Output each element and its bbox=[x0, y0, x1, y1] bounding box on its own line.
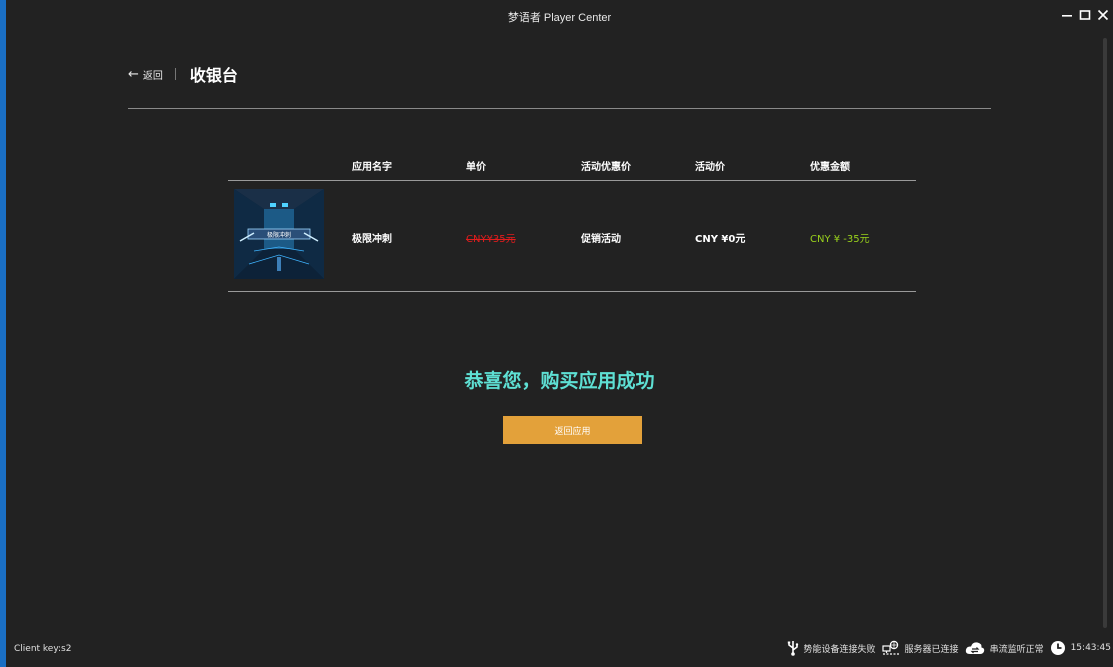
column-header-unit-price: 单价 bbox=[466, 162, 486, 173]
cell-discount-amount: CNY ¥ -35元 bbox=[810, 234, 870, 245]
clock-icon bbox=[1050, 640, 1066, 656]
device-status-label: 势能设备连接失败 bbox=[803, 644, 876, 655]
maximize-icon bbox=[1079, 10, 1091, 20]
clock-time: 15:43:45 bbox=[1070, 643, 1111, 653]
close-button[interactable] bbox=[1097, 9, 1109, 21]
column-header-app-name: 应用名字 bbox=[352, 162, 392, 173]
cell-unit-price: CNY¥35元 bbox=[466, 234, 516, 245]
status-bar: Client key:s2 势能设备连接失败 服务器已连接 串流监听正常 15:… bbox=[6, 638, 1113, 662]
return-to-app-button[interactable]: 返回应用 bbox=[503, 416, 642, 444]
cell-promo-price: CNY ¥0元 bbox=[695, 234, 746, 245]
page-header: ← 返回 收银台 bbox=[128, 62, 238, 86]
window-controls bbox=[1061, 9, 1109, 21]
column-header-discount: 优惠金额 bbox=[810, 162, 850, 173]
page-title: 收银台 bbox=[189, 66, 238, 85]
minimize-icon bbox=[1062, 15, 1072, 17]
stream-status-label: 串流监听正常 bbox=[989, 644, 1044, 655]
client-key: Client key:s2 bbox=[14, 644, 72, 654]
usb-icon bbox=[787, 640, 799, 656]
back-button[interactable]: ← 返回 bbox=[128, 67, 163, 82]
status-indicators: 势能设备连接失败 服务器已连接 串流监听正常 15:43:45 bbox=[787, 640, 1111, 656]
close-icon bbox=[1097, 9, 1109, 21]
maximize-button[interactable] bbox=[1079, 9, 1091, 21]
clock: 15:43:45 bbox=[1050, 640, 1111, 656]
window-title: 梦语者 Player Center bbox=[507, 12, 612, 24]
app-window: 梦语者 Player Center ← 返回 收银台 应用名字 单价 活动优惠价… bbox=[0, 0, 1113, 667]
cell-app-name: 极限冲刺 bbox=[352, 234, 392, 245]
minimize-button[interactable] bbox=[1061, 9, 1073, 21]
column-header-promo-price: 活动价 bbox=[695, 162, 725, 173]
header-divider bbox=[174, 68, 176, 80]
table-header: 应用名字 单价 活动优惠价 活动价 优惠金额 bbox=[228, 150, 916, 181]
cloud-sync-icon bbox=[965, 641, 985, 655]
scrollbar[interactable] bbox=[1103, 38, 1107, 628]
device-status: 势能设备连接失败 bbox=[787, 640, 876, 656]
server-status-label: 服务器已连接 bbox=[904, 644, 959, 655]
table-row: 极限冲刺 极限冲刺 CNY¥35元 促销活动 CNY ¥0元 CNY ¥ -35… bbox=[228, 181, 916, 292]
thumbnail-caption: 极限冲刺 bbox=[267, 231, 291, 239]
cell-promo-type: 促销活动 bbox=[581, 234, 621, 245]
header-divider-line bbox=[128, 108, 991, 109]
purchase-success-message: 恭喜您，购买应用成功 bbox=[464, 370, 655, 392]
app-thumbnail-image: 极限冲刺 bbox=[234, 189, 324, 279]
server-status: 服务器已连接 bbox=[881, 640, 959, 656]
stream-status: 串流监听正常 bbox=[965, 641, 1044, 655]
network-icon bbox=[881, 640, 900, 656]
column-header-promo-type: 活动优惠价 bbox=[581, 162, 631, 173]
back-label: 返回 bbox=[142, 70, 163, 82]
arrow-left-icon: ← bbox=[128, 66, 139, 82]
order-table: 应用名字 单价 活动优惠价 活动价 优惠金额 极限冲刺 极限冲刺 CNY¥35元… bbox=[228, 150, 916, 292]
app-thumbnail: 极限冲刺 bbox=[234, 189, 324, 279]
title-bar: 梦语者 Player Center bbox=[6, 0, 1113, 34]
